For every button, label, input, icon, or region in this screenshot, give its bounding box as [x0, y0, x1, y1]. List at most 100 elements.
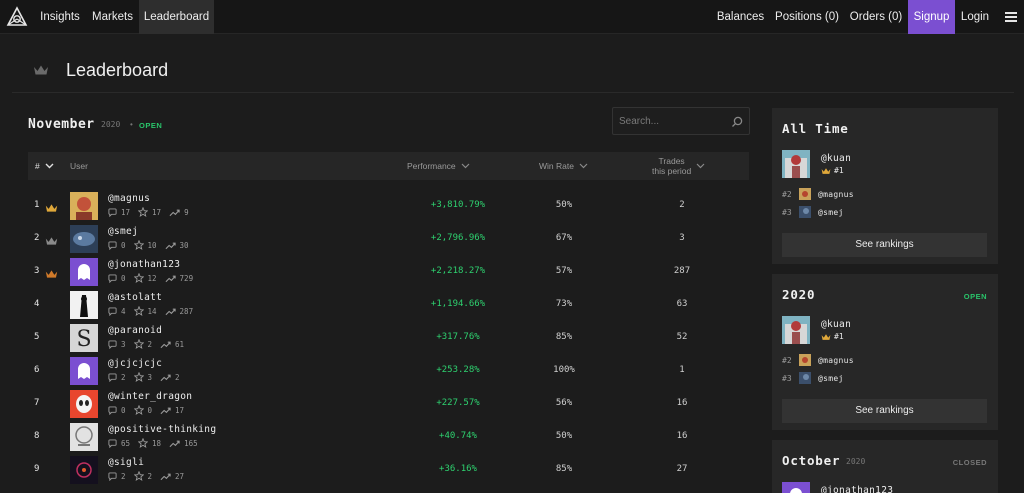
ranking-row[interactable]: #2 @magnus [782, 188, 854, 200]
nav-markets[interactable]: Markets [86, 0, 139, 34]
comment-icon [108, 339, 117, 349]
star-icon [138, 207, 149, 217]
trades-count: 30 [179, 240, 189, 250]
nav-positions[interactable]: Positions (0) [770, 0, 844, 34]
winrate-value: 57% [555, 266, 573, 276]
avatar[interactable] [70, 291, 98, 319]
stars-count: 3 [147, 372, 153, 382]
stars-count: 10 [147, 240, 157, 250]
comment-icon [108, 273, 117, 283]
search-icon[interactable] [731, 115, 743, 133]
user-stats: 0 12 729 [108, 273, 201, 283]
nav-balances[interactable]: Balances [713, 0, 768, 34]
username[interactable]: @magnus [108, 193, 150, 204]
leader-name[interactable]: @jonathan123 [821, 485, 893, 493]
card-title: All Time [782, 121, 849, 136]
ranking-name: @magnus [818, 189, 854, 199]
table-row[interactable]: 7 @winter_dragon 0 0 17 +227.57% 56% 16 [28, 388, 749, 421]
username[interactable]: @jonathan123 [108, 259, 180, 270]
table-row[interactable]: 6 @jcjcjcjc 2 3 2 +253.28% 100% 1 [28, 355, 749, 388]
nav-insights[interactable]: Insights [34, 0, 86, 34]
trend-icon [160, 341, 171, 348]
star-icon [133, 306, 144, 316]
avatar[interactable]: S [70, 324, 98, 352]
nav-leaderboard[interactable]: Leaderboard [139, 0, 214, 34]
rank-number: 8 [34, 431, 40, 441]
username[interactable]: @sigli [108, 457, 144, 468]
avatar[interactable] [70, 258, 98, 286]
star-icon [133, 405, 144, 415]
ranking-row[interactable]: #2 @magnus [782, 354, 854, 366]
username[interactable]: @astolatt [108, 292, 162, 303]
period-trades-value: 3 [679, 233, 685, 243]
trend-icon [165, 242, 176, 249]
card-title: October [782, 453, 841, 468]
comments-count: 2 [121, 372, 126, 382]
star-icon [133, 273, 144, 283]
signup-button[interactable]: Signup [908, 0, 955, 34]
user-stats: 0 0 17 [108, 405, 192, 415]
avatar[interactable] [70, 456, 98, 484]
period-trades-value: 52 [676, 332, 688, 342]
username[interactable]: @positive-thinking [108, 424, 216, 435]
avatar[interactable] [70, 423, 98, 451]
ranking-row[interactable]: #3 @smej [782, 206, 844, 218]
leader-rank-label: #1 [834, 166, 844, 175]
avatar[interactable] [70, 192, 98, 220]
table-row[interactable]: 9 @sigli 2 2 27 +36.16% 85% 27 [28, 454, 749, 487]
column-trades-label: Trades this period [652, 156, 691, 176]
avatar[interactable] [70, 225, 98, 253]
ranking-name: @smej [818, 373, 844, 383]
avatar[interactable] [70, 390, 98, 418]
rank-number: 4 [34, 299, 40, 309]
avatar[interactable] [782, 316, 810, 344]
username[interactable]: @smej [108, 226, 138, 237]
table-row[interactable]: 2 @smej 0 10 30 +2,796.96% 67% 3 [28, 223, 749, 256]
search-box[interactable] [612, 107, 750, 135]
leader-rank: #1 [821, 332, 844, 341]
comments-count: 3 [121, 339, 126, 349]
sort-performance[interactable]: Performance [407, 152, 470, 180]
period-status-badge: OPEN [139, 121, 163, 130]
nav-orders[interactable]: Orders (0) [846, 0, 906, 34]
leader-rank-label: #1 [834, 332, 844, 341]
username[interactable]: @winter_dragon [108, 391, 192, 402]
table-row[interactable]: 3 @jonathan123 0 12 729 +2,218.27% 57% 2… [28, 256, 749, 289]
table-row[interactable]: 4 @astolatt 4 14 287 +1,194.66% 73% 63 [28, 289, 749, 322]
table-row[interactable]: 1 @magnus 17 17 9 +3,810.79% 50% 2 [28, 190, 749, 223]
avatar[interactable] [70, 357, 98, 385]
avatar[interactable] [782, 150, 810, 178]
see-rankings-button[interactable]: See rankings [782, 233, 987, 257]
comment-icon [108, 438, 117, 448]
chevron-down-icon [45, 163, 54, 169]
table-row[interactable]: 5 S @paranoid 3 2 61 +317.76% 85% 52 [28, 322, 749, 355]
card-all-time: All Time @kuan #1 #2 @magnus #3 @smej Se… [772, 108, 998, 264]
column-winrate-label: Win Rate [539, 161, 574, 171]
comment-icon [108, 207, 117, 217]
sort-rank[interactable]: # [35, 152, 54, 180]
avatar [799, 206, 811, 218]
username[interactable]: @jcjcjcjc [108, 358, 162, 369]
trend-icon [169, 209, 180, 216]
table-header: # User Performance Win Rate Trades this … [28, 152, 749, 180]
comment-icon [108, 306, 117, 316]
see-rankings-button[interactable]: See rankings [782, 399, 987, 423]
logo-icon[interactable] [6, 6, 28, 28]
period-trades-value: 1 [679, 365, 685, 375]
table-row[interactable]: 8 @positive-thinking 65 18 165 +40.74% 5… [28, 421, 749, 454]
username[interactable]: @paranoid [108, 325, 162, 336]
ranking-row[interactable]: #3 @smej [782, 372, 844, 384]
leader-name[interactable]: @kuan [821, 153, 851, 164]
sort-trades[interactable]: Trades this period [652, 152, 705, 180]
period-trades-value: 16 [676, 431, 688, 441]
crown-icon [33, 64, 49, 76]
menu-icon[interactable] [1005, 12, 1017, 22]
column-user-label: User [70, 161, 88, 171]
login-button[interactable]: Login [956, 0, 994, 34]
rank-number: 1 [34, 200, 40, 210]
leader-name[interactable]: @kuan [821, 319, 851, 330]
avatar[interactable] [782, 482, 810, 493]
search-input[interactable] [619, 114, 729, 129]
user-stats: 65 18 165 [108, 438, 206, 448]
sort-winrate[interactable]: Win Rate [539, 152, 588, 180]
